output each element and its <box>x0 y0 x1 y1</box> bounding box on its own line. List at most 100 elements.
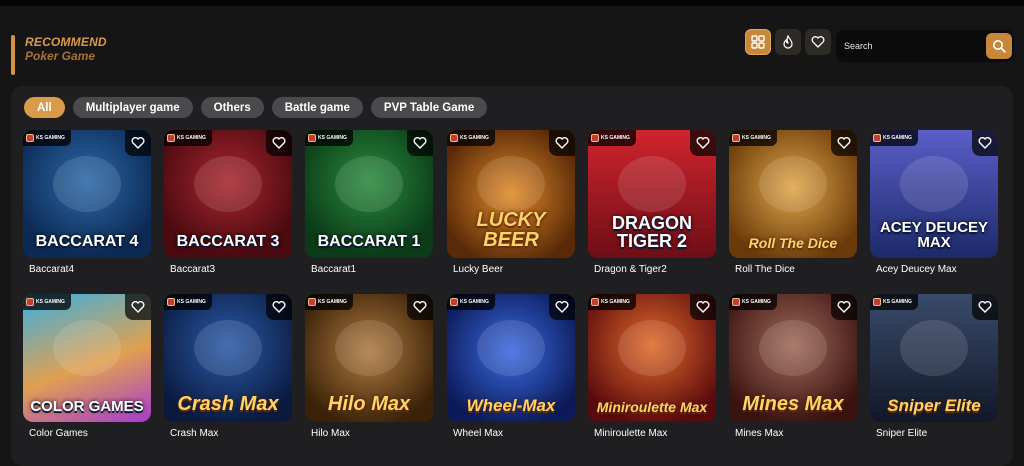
provider-name: KS GAMING <box>601 135 630 141</box>
tab-battle-game[interactable]: Battle game <box>271 97 363 118</box>
favorite-button[interactable] <box>125 130 151 156</box>
game-thumbnail[interactable]: KS GAMING Miniroulette Max <box>588 294 716 422</box>
game-card[interactable]: KS GAMING Hilo Max Hilo Max <box>305 294 433 439</box>
game-name[interactable]: Mines Max <box>729 428 857 439</box>
game-thumbnail[interactable]: KS GAMING BACCARAT 3 <box>164 130 292 258</box>
game-name[interactable]: Crash Max <box>164 428 292 439</box>
game-artwork <box>53 320 121 376</box>
game-card[interactable]: KS GAMING Mines Max Mines Max <box>729 294 857 439</box>
game-card[interactable]: KS GAMING COLOR GAMES Color Games <box>23 294 151 439</box>
game-name[interactable]: Lucky Beer <box>447 264 575 275</box>
provider-badge: KS GAMING <box>588 130 636 146</box>
game-thumbnail[interactable]: KS GAMING ACEY DEUCEY MAX <box>870 130 998 258</box>
tab-pvp-table-game[interactable]: PVP Table Game <box>370 97 488 118</box>
favorite-button[interactable] <box>266 294 292 320</box>
game-card[interactable]: KS GAMING BACCARAT 1 Baccarat1 <box>305 130 433 275</box>
game-thumbnail[interactable]: KS GAMING BACCARAT 1 <box>305 130 433 258</box>
game-thumbnail[interactable]: KS GAMING LUCKY BEER <box>447 130 575 258</box>
game-art-title: Roll The Dice <box>748 235 838 251</box>
favorite-button[interactable] <box>831 130 857 156</box>
provider-logo-icon <box>26 134 34 142</box>
game-artwork <box>477 156 545 212</box>
provider-logo-icon <box>26 298 34 306</box>
game-card[interactable]: KS GAMING Crash Max Crash Max <box>164 294 292 439</box>
game-card[interactable]: KS GAMING ACEY DEUCEY MAX Acey Deucey Max <box>870 130 998 275</box>
favorite-button[interactable] <box>831 294 857 320</box>
game-card[interactable]: KS GAMING Roll The Dice Roll The Dice <box>729 130 857 275</box>
provider-logo-icon <box>167 298 175 306</box>
tab-all[interactable]: All <box>24 97 65 118</box>
favorite-button[interactable] <box>549 130 575 156</box>
game-name[interactable]: Miniroulette Max <box>588 428 716 439</box>
game-art-title: Hilo Max <box>327 393 411 415</box>
game-name[interactable]: Hilo Max <box>305 428 433 439</box>
heart-icon <box>978 301 992 313</box>
game-name[interactable]: Sniper Elite <box>870 428 998 439</box>
provider-badge: KS GAMING <box>23 294 71 310</box>
favorite-button[interactable] <box>690 130 716 156</box>
game-thumbnail[interactable]: KS GAMING BACCARAT 4 <box>23 130 151 258</box>
game-thumbnail[interactable]: KS GAMING Hilo Max <box>305 294 433 422</box>
game-card[interactable]: KS GAMING Wheel-Max Wheel Max <box>447 294 575 439</box>
title-accent-bar <box>11 35 15 75</box>
game-card[interactable]: KS GAMING Sniper Elite Sniper Elite <box>870 294 998 439</box>
provider-badge: KS GAMING <box>305 130 353 146</box>
provider-badge: KS GAMING <box>447 294 495 310</box>
heart-icon <box>837 137 851 149</box>
grid-icon <box>751 35 765 49</box>
game-art-title: BACCARAT 1 <box>317 233 421 250</box>
heart-icon <box>131 137 145 149</box>
heart-icon <box>413 137 427 149</box>
tab-multiplayer-game[interactable]: Multiplayer game <box>72 97 193 118</box>
favorite-button[interactable] <box>266 130 292 156</box>
category-tabs: All Multiplayer game Others Battle game … <box>24 97 488 118</box>
provider-name: KS GAMING <box>742 135 771 141</box>
game-thumbnail[interactable]: KS GAMING Wheel-Max <box>447 294 575 422</box>
search-button[interactable] <box>986 33 1012 59</box>
provider-badge: KS GAMING <box>588 294 636 310</box>
favorite-button[interactable] <box>125 294 151 320</box>
game-name[interactable]: Baccarat3 <box>164 264 292 275</box>
favorites-button[interactable] <box>805 29 831 55</box>
game-thumbnail[interactable]: KS GAMING Sniper Elite <box>870 294 998 422</box>
favorite-button[interactable] <box>549 294 575 320</box>
favorite-button[interactable] <box>407 294 433 320</box>
hot-games-button[interactable] <box>775 29 801 55</box>
favorite-button[interactable] <box>407 130 433 156</box>
provider-name: KS GAMING <box>318 299 347 305</box>
game-name[interactable]: Baccarat1 <box>305 264 433 275</box>
game-artwork <box>335 156 403 212</box>
game-art-title: COLOR GAMES <box>30 398 144 415</box>
game-card[interactable]: KS GAMING Miniroulette Max Miniroulette Ma… <box>588 294 716 439</box>
provider-logo-icon <box>873 298 881 306</box>
search-icon <box>993 40 1006 53</box>
tab-others[interactable]: Others <box>200 97 264 118</box>
game-thumbnail[interactable]: KS GAMING Mines Max <box>729 294 857 422</box>
game-card[interactable]: KS GAMING LUCKY BEER Lucky Beer <box>447 130 575 275</box>
favorite-button[interactable] <box>972 130 998 156</box>
provider-logo-icon <box>450 298 458 306</box>
search-input[interactable] <box>844 30 984 62</box>
game-card[interactable]: KS GAMING BACCARAT 3 Baccarat3 <box>164 130 292 275</box>
provider-logo-icon <box>873 134 881 142</box>
game-thumbnail[interactable]: KS GAMING Roll The Dice <box>729 130 857 258</box>
provider-name: KS GAMING <box>318 135 347 141</box>
provider-name: KS GAMING <box>460 299 489 305</box>
game-thumbnail[interactable]: KS GAMING COLOR GAMES <box>23 294 151 422</box>
game-name[interactable]: Wheel Max <box>447 428 575 439</box>
provider-logo-icon <box>732 298 740 306</box>
heart-icon <box>413 301 427 313</box>
favorite-button[interactable] <box>690 294 716 320</box>
game-name[interactable]: Dragon & Tiger2 <box>588 264 716 275</box>
game-name[interactable]: Color Games <box>23 428 151 439</box>
favorite-button[interactable] <box>972 294 998 320</box>
provider-logo-icon <box>732 134 740 142</box>
game-thumbnail[interactable]: KS GAMING Crash Max <box>164 294 292 422</box>
game-name[interactable]: Acey Deucey Max <box>870 264 998 275</box>
game-thumbnail[interactable]: KS GAMING DRAGON TIGER 2 <box>588 130 716 258</box>
game-card[interactable]: KS GAMING BACCARAT 4 Baccarat4 <box>23 130 151 275</box>
grid-view-button[interactable] <box>745 29 771 55</box>
game-card[interactable]: KS GAMING DRAGON TIGER 2 Dragon & Tiger2 <box>588 130 716 275</box>
game-name[interactable]: Roll The Dice <box>729 264 857 275</box>
game-name[interactable]: Baccarat4 <box>23 264 151 275</box>
